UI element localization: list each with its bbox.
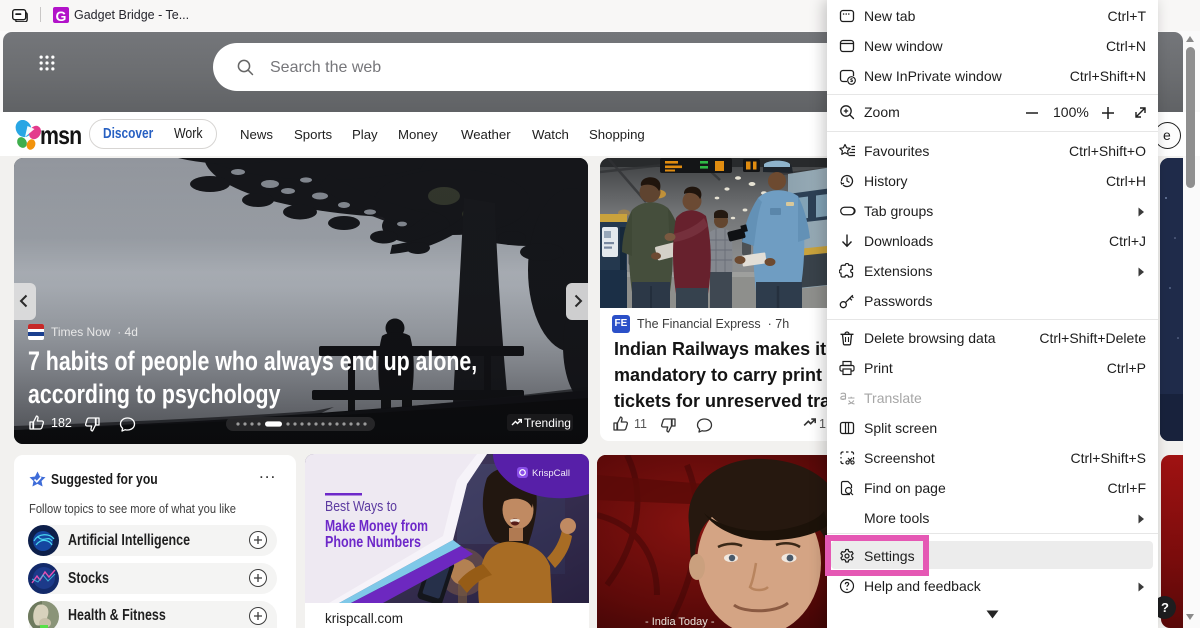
svg-text:Phone Numbers: Phone Numbers (325, 534, 421, 551)
svg-text:Make Money from: Make Money from (325, 518, 428, 535)
svg-text:Best Ways to: Best Ways to (325, 499, 397, 515)
svg-text:- India Today -: - India Today - (645, 616, 715, 628)
svg-text:KrispCall: KrispCall (532, 468, 570, 479)
